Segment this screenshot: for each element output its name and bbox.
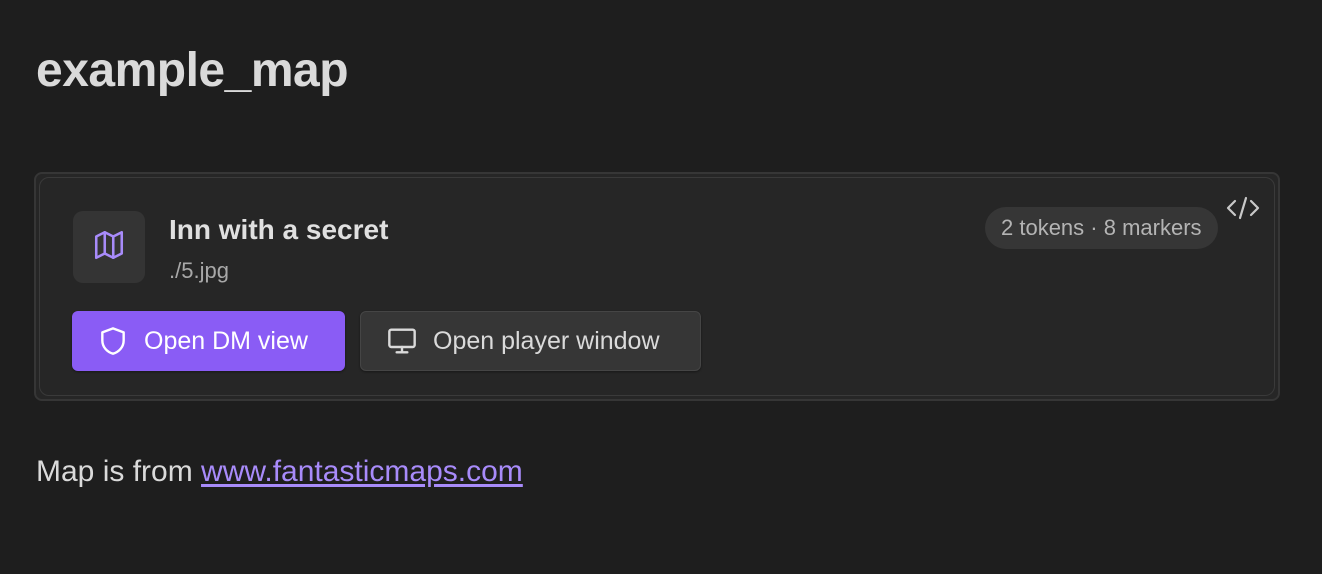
map-file-path: ./5.jpg (169, 258, 229, 283)
map-icon (92, 228, 126, 267)
map-icon-box (73, 211, 145, 283)
open-player-window-label: Open player window (433, 326, 660, 355)
open-dm-view-button[interactable]: Open DM view (72, 311, 345, 371)
shield-icon (96, 324, 130, 358)
page-title: example_map (36, 44, 349, 97)
note-page: example_map Inn with a secret ./5.jpg 2 … (0, 0, 1322, 574)
map-title: Inn with a secret (169, 214, 389, 245)
monitor-icon (385, 324, 419, 358)
map-stats-badge: 2 tokens · 8 markers (985, 207, 1218, 249)
edit-source-button[interactable] (1223, 195, 1263, 225)
open-dm-view-label: Open DM view (144, 326, 308, 355)
code-icon (1225, 194, 1261, 227)
attribution-prefix: Map is from (36, 455, 202, 488)
open-player-window-button[interactable]: Open player window (360, 311, 701, 371)
map-card: Inn with a secret ./5.jpg 2 tokens · 8 m… (39, 177, 1275, 396)
map-embed-block: Inn with a secret ./5.jpg 2 tokens · 8 m… (34, 172, 1280, 401)
fantasticmaps-link[interactable]: www.fantasticmaps.com (201, 455, 523, 488)
attribution-line: Map is from www.fantasticmaps.com (36, 452, 523, 492)
